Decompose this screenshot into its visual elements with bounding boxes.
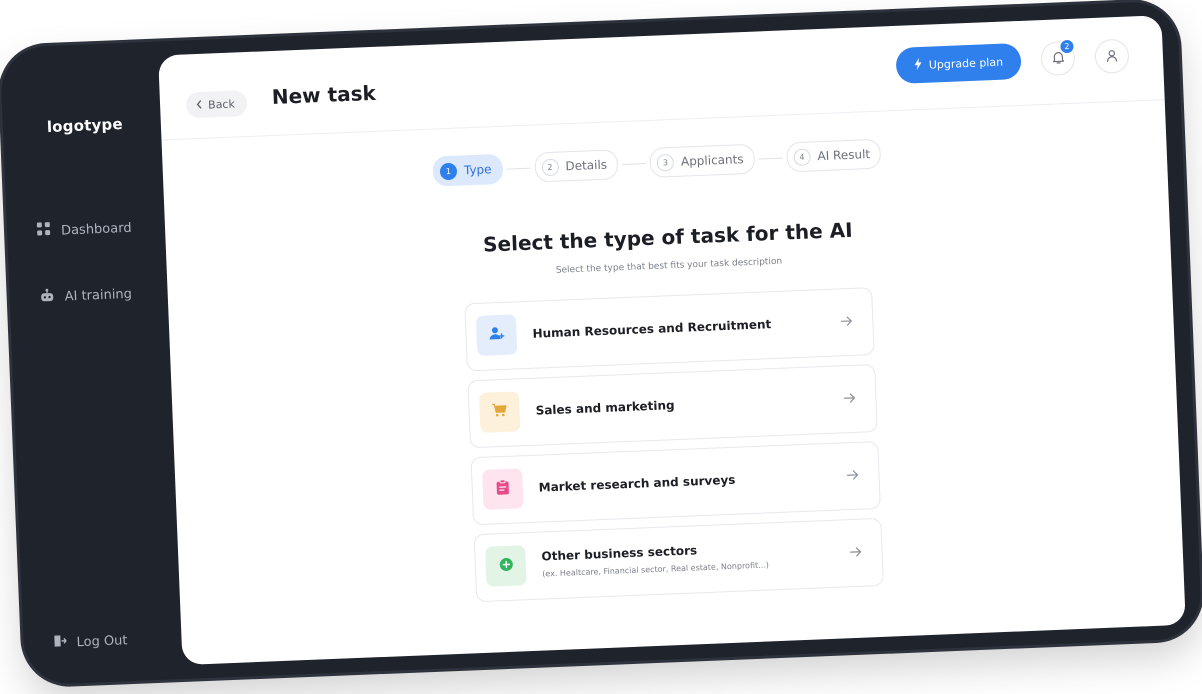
step-details[interactable]: 2 Details bbox=[533, 149, 619, 183]
step-label: Type bbox=[463, 162, 492, 178]
option-hint: (ex. Healtcare, Financial sector, Real e… bbox=[542, 560, 770, 579]
option-label: Market research and surveys bbox=[538, 472, 736, 495]
step-number: 2 bbox=[541, 158, 559, 176]
sidebar-item-dashboard[interactable]: Dashboard bbox=[36, 219, 132, 241]
user-icon bbox=[1106, 47, 1119, 66]
clipboard-icon bbox=[495, 479, 510, 500]
step-applicants[interactable]: 3 Applicants bbox=[649, 143, 756, 178]
logout-label: Log Out bbox=[76, 632, 128, 650]
step-number: 3 bbox=[656, 153, 675, 172]
arrow-right-icon bbox=[840, 311, 853, 330]
option-icon-box bbox=[475, 314, 518, 356]
chevron-left-icon bbox=[196, 98, 203, 111]
option-label: Human Resources and Recruitment bbox=[532, 317, 772, 341]
option-label: Other business sectors bbox=[541, 543, 698, 564]
stepper: 1 Type 2 Details 3 Applicants 4 AI Resul… bbox=[432, 138, 882, 187]
sidebar-item-label: AI training bbox=[64, 286, 133, 304]
task-type-option-market-research[interactable]: Market research and surveys bbox=[470, 440, 881, 526]
device-frame: logotype Dashboard AI training Log Out B… bbox=[0, 0, 1202, 686]
logout-icon bbox=[53, 634, 67, 653]
logo: logotype bbox=[46, 115, 124, 137]
page-title: New task bbox=[271, 80, 377, 110]
back-button[interactable]: Back bbox=[185, 90, 248, 119]
top-bar: Back New task Upgrade plan 2 bbox=[158, 15, 1165, 141]
task-type-list: Human Resources and Recruitment Sales an… bbox=[464, 287, 884, 611]
step-label: Applicants bbox=[680, 152, 744, 169]
step-connector bbox=[621, 162, 647, 165]
step-label: Details bbox=[565, 157, 608, 174]
step-label: AI Result bbox=[817, 147, 871, 164]
step-connector bbox=[758, 157, 783, 160]
section-heading: Select the type of task for the AI bbox=[482, 217, 853, 257]
robot-icon bbox=[39, 288, 55, 307]
task-type-option-sales[interactable]: Sales and marketing bbox=[467, 364, 878, 449]
arrow-right-icon bbox=[843, 388, 856, 407]
sidebar-item-label: Dashboard bbox=[60, 220, 132, 239]
notifications-button[interactable]: 2 bbox=[1040, 38, 1076, 77]
upgrade-label: Upgrade plan bbox=[928, 55, 1004, 72]
cart-icon bbox=[491, 402, 508, 423]
logout-button[interactable]: Log Out bbox=[53, 631, 128, 652]
arrow-right-icon bbox=[846, 465, 859, 484]
stage: logotype Dashboard AI training Log Out B… bbox=[0, 0, 1202, 694]
upgrade-plan-button[interactable]: Upgrade plan bbox=[895, 42, 1022, 84]
back-label: Back bbox=[207, 97, 236, 112]
grid-icon bbox=[36, 222, 52, 241]
sidebar-item-ai-training[interactable]: AI training bbox=[39, 285, 132, 307]
step-connector bbox=[506, 167, 531, 170]
step-number: 4 bbox=[793, 147, 811, 166]
step-number: 1 bbox=[439, 162, 458, 180]
step-type[interactable]: 1 Type bbox=[432, 153, 504, 187]
plus-circle-icon bbox=[498, 556, 514, 576]
option-icon-box bbox=[481, 468, 524, 510]
arrow-right-icon bbox=[849, 542, 862, 561]
option-icon-box bbox=[478, 391, 521, 433]
step-ai-result[interactable]: 4 AI Result bbox=[785, 138, 882, 173]
main-screen: Back New task Upgrade plan 2 1 Type 2 De… bbox=[158, 15, 1186, 666]
option-icon-box bbox=[485, 545, 527, 587]
task-type-option-hr[interactable]: Human Resources and Recruitment bbox=[464, 287, 875, 372]
notification-badge: 2 bbox=[1059, 38, 1075, 55]
add-user-icon bbox=[488, 325, 505, 346]
lightning-icon bbox=[914, 57, 923, 72]
profile-button[interactable] bbox=[1094, 38, 1130, 74]
task-type-option-other[interactable]: Other business sectors (ex. Healtcare, F… bbox=[473, 517, 884, 603]
option-label: Sales and marketing bbox=[535, 398, 675, 418]
